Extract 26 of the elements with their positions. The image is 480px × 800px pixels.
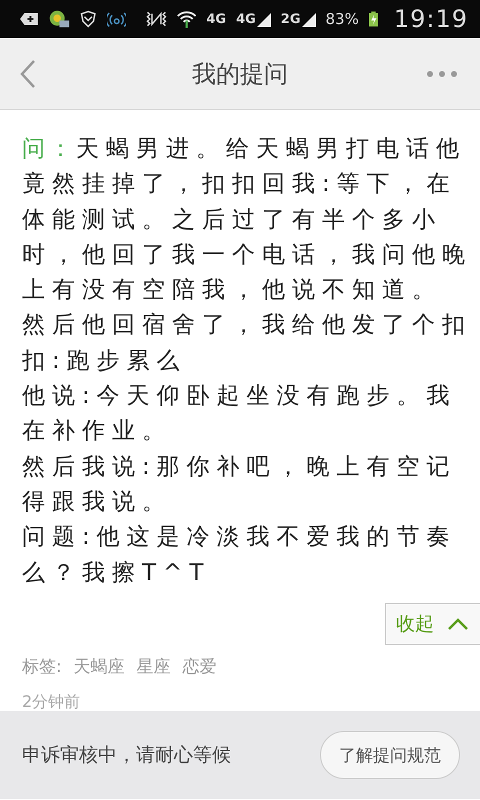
- question-text: 问：天蝎男进。给天蝎男打电话他竟然挂掉了，扣扣回我:等下，在体能测试。之后过了有半个多小时，他回了我一个电话，我问他晚上有没有空陪我，他说不知道。: [22, 135, 472, 306]
- clock-time: 19:19: [394, 5, 468, 33]
- more-icon: [426, 70, 458, 78]
- collapse-button[interactable]: 收起: [385, 602, 480, 645]
- chevron-up-icon: [448, 618, 468, 630]
- tag[interactable]: 天蝎座: [74, 654, 125, 678]
- question-text: 问题:他这是冷淡我不爱我的节奏么？我擦T^T: [22, 523, 458, 588]
- rules-button[interactable]: 了解提问规范: [320, 731, 460, 779]
- appeal-status: 申诉审核中，请耐心等候: [22, 743, 231, 768]
- network-label: 2G: [280, 12, 301, 27]
- question-text: 然后他回宿舍了，我给他发了个扣扣:跑步累么: [22, 311, 472, 376]
- shield-icon: [80, 8, 97, 30]
- network-label: 4G: [236, 12, 256, 27]
- signal-icon: [256, 11, 271, 27]
- page-title: 我的提问: [192, 60, 288, 88]
- post-time: 2分钟前: [22, 692, 82, 713]
- question-text: 他说:今天仰卧起坐没有跑步。我在补作业。: [22, 382, 458, 446]
- tags-label: 标签:: [22, 656, 62, 678]
- question-text: 然后我说:那你补吧，晚上有空记得跟我说。: [22, 452, 458, 517]
- back-icon: [20, 58, 36, 88]
- battery-charging-icon: [368, 9, 378, 29]
- battery-percent: 83%: [326, 10, 359, 28]
- network-label: 4G: [206, 12, 226, 26]
- tag[interactable]: 星座: [136, 654, 171, 678]
- tag[interactable]: 恋爱: [182, 654, 217, 678]
- signal-icon: [302, 11, 316, 27]
